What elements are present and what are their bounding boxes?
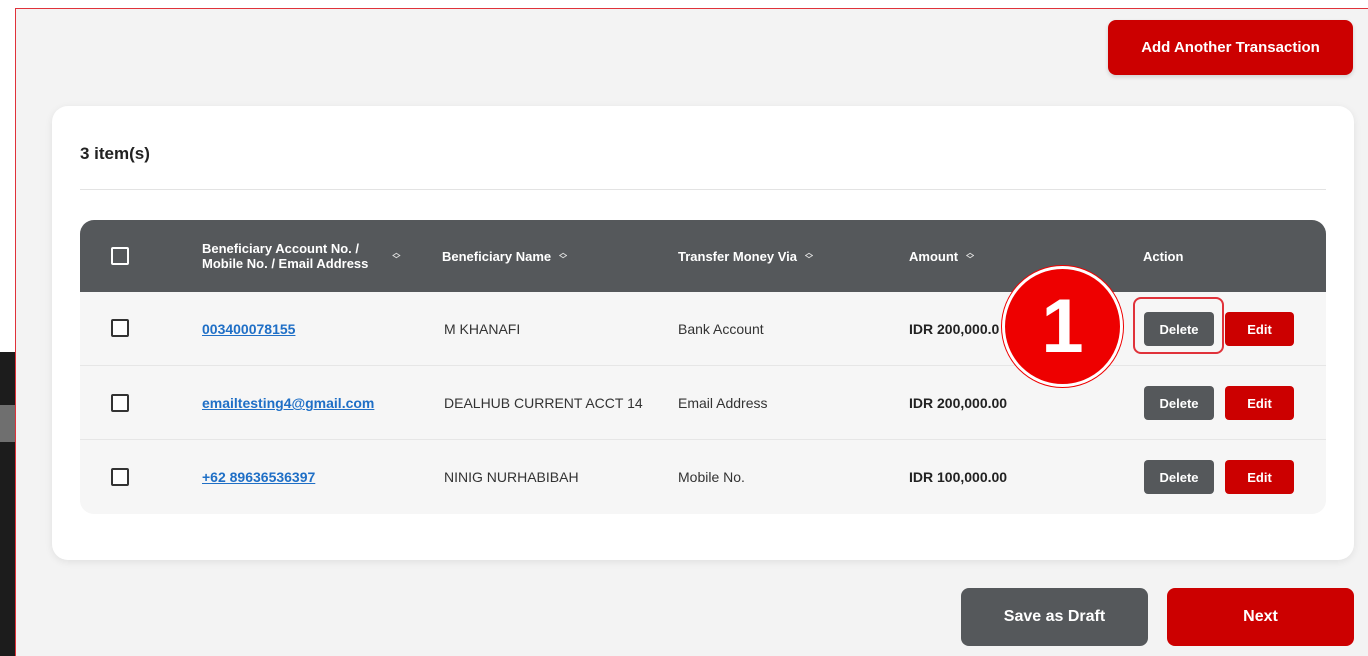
background-window-item	[0, 405, 15, 442]
account-link[interactable]: +62 89636536397	[202, 469, 315, 485]
row-checkbox[interactable]	[111, 319, 129, 337]
edit-button[interactable]: Edit	[1225, 386, 1294, 420]
amount: IDR 200,000.0	[909, 321, 1000, 337]
sort-icon[interactable]: ︿ ﹀	[805, 249, 813, 264]
column-header-account[interactable]: Beneficiary Account No. / Mobile No. / E…	[202, 220, 442, 292]
column-header-via[interactable]: Transfer Money Via ︿ ﹀	[678, 220, 813, 292]
delete-highlight-outline	[1133, 297, 1224, 354]
edit-button[interactable]: Edit	[1225, 460, 1294, 494]
edit-button[interactable]: Edit	[1225, 312, 1294, 346]
delete-button[interactable]: Delete	[1144, 386, 1214, 420]
beneficiary-name: NINIG NURHABIBAH	[444, 469, 579, 485]
select-all-checkbox[interactable]	[111, 247, 129, 265]
next-button[interactable]: Next	[1167, 588, 1354, 646]
transfer-via: Bank Account	[678, 321, 764, 337]
save-as-draft-button[interactable]: Save as Draft	[961, 588, 1148, 646]
transfer-via: Email Address	[678, 395, 768, 411]
sort-icon[interactable]: ︿ ﹀	[392, 249, 400, 264]
items-count: 3 item(s)	[80, 144, 150, 163]
background-window-strip	[0, 0, 15, 656]
account-link[interactable]: emailtesting4@gmail.com	[202, 395, 374, 411]
row-checkbox[interactable]	[111, 468, 129, 486]
beneficiary-name: DEALHUB CURRENT ACCT 14	[444, 395, 643, 411]
background-window-dark	[0, 352, 15, 656]
sort-icon[interactable]: ︿ ﹀	[559, 249, 567, 264]
sort-icon[interactable]: ︿ ﹀	[966, 249, 974, 264]
table-row: +62 89636536397 NINIG NURHABIBAH Mobile …	[80, 440, 1326, 514]
delete-button[interactable]: Delete	[1144, 460, 1214, 494]
amount: IDR 200,000.00	[909, 395, 1008, 411]
step-number-badge: 1	[1002, 266, 1123, 387]
beneficiary-name: M KHANAFI	[444, 321, 521, 337]
column-header-action: Action	[1143, 248, 1184, 264]
transaction-table: Beneficiary Account No. / Mobile No. / E…	[80, 220, 1326, 514]
row-checkbox[interactable]	[111, 394, 129, 412]
transfer-via: Mobile No.	[678, 469, 745, 485]
divider	[80, 189, 1326, 190]
add-another-transaction-button[interactable]: Add Another Transaction	[1108, 20, 1353, 75]
column-header-name[interactable]: Beneficiary Name ︿ ﹀	[442, 220, 567, 292]
table-row: emailtesting4@gmail.com DEALHUB CURRENT …	[80, 366, 1326, 440]
amount: IDR 100,000.00	[909, 469, 1008, 485]
account-link[interactable]: 003400078155	[202, 321, 295, 337]
table-header: Beneficiary Account No. / Mobile No. / E…	[80, 220, 1326, 292]
column-header-amount[interactable]: Amount ︿ ﹀	[909, 220, 974, 292]
